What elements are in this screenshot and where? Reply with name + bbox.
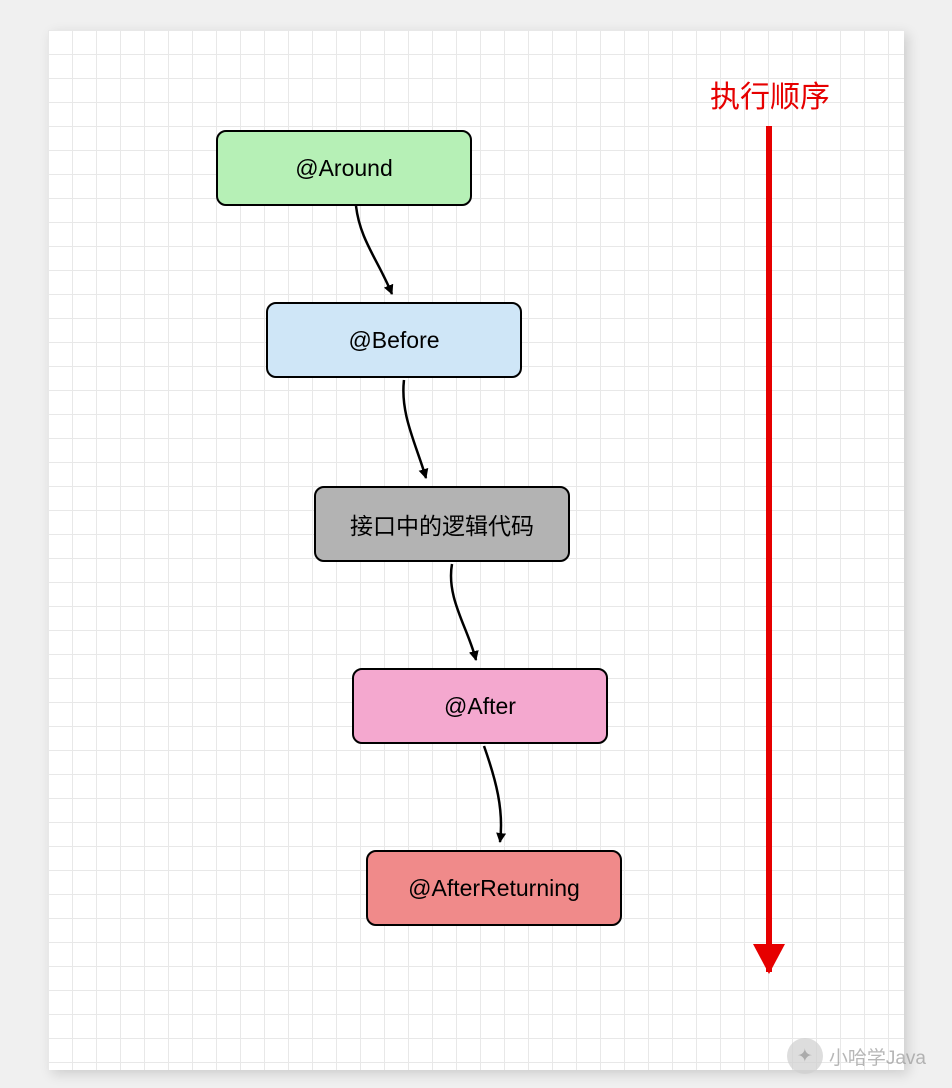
flow-direction-arrow (766, 126, 772, 972)
node-after: @After (352, 668, 608, 744)
node-label: @Around (295, 155, 393, 182)
node-logic: 接口中的逻辑代码 (314, 486, 570, 562)
node-around: @Around (216, 130, 472, 206)
flow-direction-label: 执行顺序 (710, 72, 830, 116)
node-after-returning: @AfterReturning (366, 850, 622, 926)
diagram-canvas: 执行顺序 @Around @Before 接口中的逻辑代码 @After @Af… (48, 30, 904, 1070)
node-label: @After (444, 693, 516, 720)
node-label: @Before (348, 327, 439, 354)
watermark-icon: ✦ (787, 1038, 823, 1074)
watermark: ✦ 小哈学Java (787, 1038, 926, 1074)
watermark-text: 小哈学Java (829, 1043, 926, 1070)
node-before: @Before (266, 302, 522, 378)
node-label: @AfterReturning (408, 875, 580, 902)
node-label: 接口中的逻辑代码 (350, 507, 534, 541)
